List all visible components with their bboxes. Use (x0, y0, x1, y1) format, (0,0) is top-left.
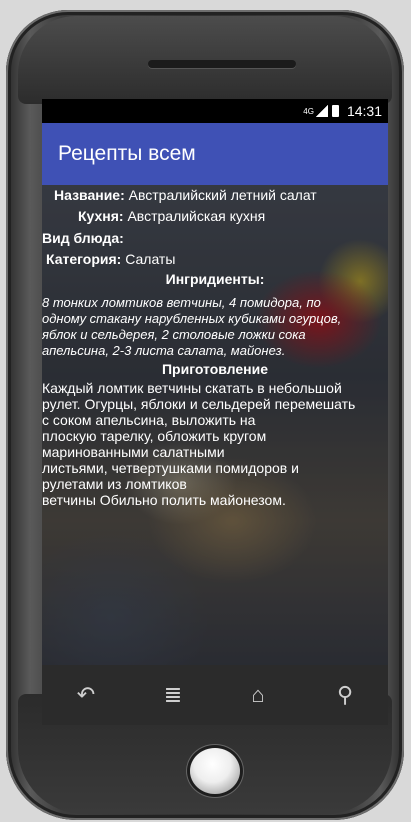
network-type: 4G (303, 106, 314, 116)
cuisine-row: Кухня: Австралийская кухня (78, 208, 265, 224)
preparation-line: маринованными салатными (42, 444, 225, 460)
category-label: Категория: (46, 251, 122, 267)
dish-type-label: Вид блюда: (42, 230, 124, 246)
cuisine-value: Австралийская кухня (127, 208, 266, 224)
ingredients-header: Ингридиенты: (165, 271, 265, 287)
ingredients-line: одному стакану нарубленных кубиками огур… (42, 311, 342, 326)
ingredients-text: 8 тонких ломтиков ветчины, 4 помидора, п… (42, 295, 384, 359)
earpiece-speaker (148, 60, 296, 68)
search-icon[interactable]: ⚲ (329, 679, 361, 711)
preparation-line: рулет. Огурцы, яблоки и сельдерей переме… (42, 396, 356, 412)
ingredients-line: апельсина, 2-3 листа салата, майонез. (42, 343, 286, 358)
back-icon[interactable]: ↶ (70, 679, 102, 711)
recipe-name-value: Австралийский летний салат (128, 187, 317, 203)
status-time: 14:31 (346, 103, 382, 119)
phone-top-bezel (18, 16, 392, 104)
preparation-line: рулетами из ломтиков (42, 476, 187, 492)
preparation-header: Приготовление (161, 361, 269, 377)
category-value: Салаты (125, 251, 176, 267)
home-icon[interactable]: ⌂ (242, 679, 274, 711)
ingredients-line: 8 тонких ломтиков ветчины, 4 помидора, п… (42, 295, 321, 310)
cuisine-label: Кухня: (78, 208, 124, 224)
category-row: Категория: Салаты (46, 251, 175, 267)
preparation-line: плоскую тарелку, обложить кругом (42, 428, 267, 444)
recipe-name-label: Название: (54, 187, 125, 203)
battery-icon (331, 105, 339, 117)
preparation-line: Каждый ломтик ветчины скатать в небольшо… (42, 380, 342, 396)
preparation-line: листьями, четвертушками помидоров и (42, 460, 299, 476)
trackball-button[interactable] (190, 748, 240, 794)
device-screen: 4G 14:31 Рецепты всем Название: Австрали… (42, 99, 388, 665)
signal-icon (315, 105, 328, 117)
ingredients-line: яблок и сельдерея, 2 столовые ложки сока (42, 327, 306, 342)
dish-type-row: Вид блюда: (42, 230, 124, 246)
app-bar: Рецепты всем (42, 123, 388, 185)
preparation-text: Каждый ломтик ветчины скатать в небольшо… (42, 380, 388, 508)
preparation-line: с соком апельсина, выложить на (42, 412, 256, 428)
preparation-line: ветчины Обильно полить майонезом. (42, 492, 286, 508)
recipe-content[interactable]: Название: Австралийский летний салат Кух… (42, 185, 388, 665)
navigation-bar: ↶ ≣ ⌂ ⚲ (42, 665, 388, 725)
recipe-name-row: Название: Австралийский летний салат (54, 187, 317, 203)
app-title: Рецепты всем (58, 142, 196, 165)
menu-icon[interactable]: ≣ (157, 679, 189, 711)
status-bar: 4G 14:31 (42, 99, 388, 123)
